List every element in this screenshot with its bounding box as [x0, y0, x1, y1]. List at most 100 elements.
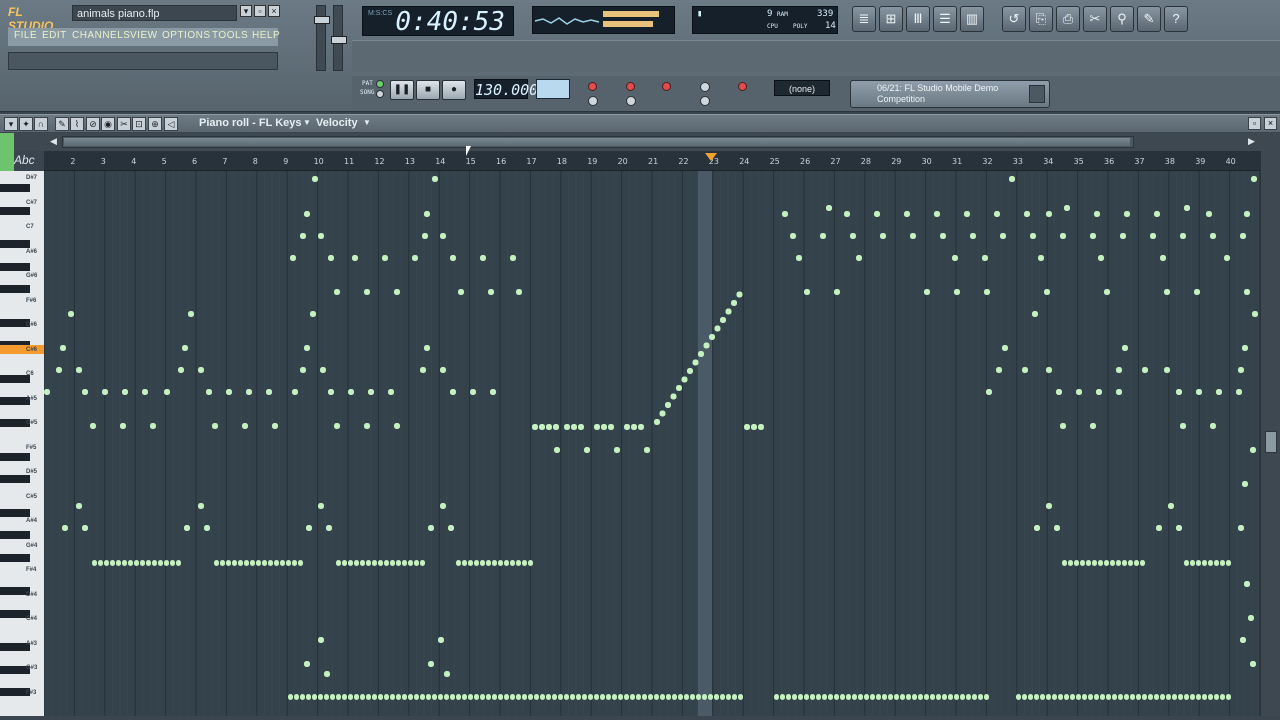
black-key[interactable]: [0, 184, 30, 193]
paint-tool-icon[interactable]: ⌇: [70, 117, 84, 131]
menu-bar: FILE EDIT CHANNELS VIEW OPTIONS TOOLS HE…: [8, 28, 280, 46]
mixer-icon[interactable]: ▥: [960, 6, 984, 32]
black-key[interactable]: [0, 531, 30, 540]
menu-view[interactable]: VIEW: [130, 30, 158, 41]
song-mode-led[interactable]: [376, 90, 384, 98]
playhead-marker[interactable]: [705, 153, 717, 161]
note: [1040, 694, 1045, 700]
record-led-4[interactable]: [738, 82, 747, 91]
pattern-dropdown[interactable]: (none): [774, 80, 830, 96]
piano-roll-title[interactable]: Piano roll - FL Keys: [199, 117, 302, 129]
loop-knob[interactable]: [700, 82, 710, 92]
minimize-button[interactable]: ▾: [240, 5, 252, 17]
black-key[interactable]: [0, 475, 30, 484]
black-key[interactable]: [0, 262, 30, 271]
black-key[interactable]: [0, 285, 30, 293]
note: [642, 694, 647, 700]
mute-tool-icon[interactable]: ◉: [101, 117, 115, 131]
delete-tool-icon[interactable]: ⊘: [86, 117, 100, 131]
typing-keyboard-knob[interactable]: [626, 96, 636, 106]
black-key[interactable]: [0, 509, 30, 517]
title-dropdown-icon[interactable]: ▼: [303, 118, 311, 127]
scroll-left-icon[interactable]: ◀: [50, 136, 57, 147]
scroll-thumb[interactable]: [64, 138, 1130, 146]
export-icon[interactable]: ⎙: [1056, 6, 1080, 32]
notes-icon[interactable]: ✎: [1137, 6, 1161, 32]
black-key[interactable]: [0, 240, 30, 249]
slice-tool-icon[interactable]: ✂: [117, 117, 131, 131]
note: [528, 560, 533, 566]
menu-options[interactable]: OPTIONS: [162, 30, 211, 41]
bar-number: 25: [769, 157, 780, 166]
note: [300, 367, 306, 373]
metronome-knob[interactable]: [588, 96, 598, 106]
browser-icon[interactable]: ☰: [933, 6, 957, 32]
tempo-display[interactable]: 130.000: [474, 79, 538, 99]
note: [378, 694, 383, 700]
note: [318, 694, 323, 700]
master-pitch-slider[interactable]: [331, 5, 347, 71]
magnet-icon[interactable]: ✦: [19, 117, 33, 131]
note: [1074, 560, 1079, 566]
black-key[interactable]: [0, 553, 30, 562]
note: [856, 255, 862, 261]
vertical-scrollbar[interactable]: [1260, 151, 1280, 716]
search-icon[interactable]: ⚲: [1110, 6, 1134, 32]
step-sequencer-icon[interactable]: ⊞: [879, 6, 903, 32]
speaker-icon[interactable]: ◁: [164, 117, 178, 131]
note-grid[interactable]: [44, 171, 1260, 716]
undo-icon[interactable]: ↺: [1002, 6, 1026, 32]
piano-roll-close-icon[interactable]: ×: [1264, 117, 1277, 130]
pause-button[interactable]: ❚❚: [390, 80, 414, 100]
corner-indicator: [0, 133, 14, 171]
close-button[interactable]: ×: [268, 5, 280, 17]
scroll-right-icon[interactable]: ▶: [1248, 136, 1255, 147]
piano-roll-icon[interactable]: Ⅲ: [906, 6, 930, 32]
piano-roll-maximize-icon[interactable]: ▫: [1248, 117, 1261, 130]
menu-channels[interactable]: CHANNELS: [72, 30, 130, 41]
velocity-selector[interactable]: Velocity: [316, 117, 358, 129]
record-led-2[interactable]: [626, 82, 635, 91]
bar-ruler[interactable]: 2 3 4 5 6 7 8 9 10 11 12 13 14 15 16 17 18 19 20 21 22 23 24 25…: [44, 151, 1260, 171]
zoom-tool-icon[interactable]: ⊕: [148, 117, 162, 131]
record-led-1[interactable]: [588, 82, 597, 91]
note: [438, 637, 444, 643]
menu-help[interactable]: HELP: [252, 30, 280, 41]
scroll-track[interactable]: [62, 136, 1134, 148]
note: [804, 289, 810, 295]
pat-mode-led[interactable]: [376, 80, 384, 88]
tools-icon[interactable]: ✂: [1083, 6, 1107, 32]
velocity-dropdown-icon[interactable]: ▼: [363, 118, 371, 127]
note: [176, 560, 181, 566]
vertical-scroll-thumb[interactable]: [1265, 431, 1277, 453]
restore-button[interactable]: ▫: [254, 5, 266, 17]
black-key[interactable]: [0, 453, 30, 461]
save-icon[interactable]: ⎘: [1029, 6, 1053, 32]
select-tool-icon[interactable]: ⊡: [132, 117, 146, 131]
step-edit-knob[interactable]: [700, 96, 710, 106]
note: [102, 389, 108, 395]
note: [306, 694, 311, 700]
snap-icon[interactable]: ∩: [34, 117, 48, 131]
record-led-3[interactable]: [662, 82, 671, 91]
master-volume-slider[interactable]: [314, 5, 330, 71]
playlist-icon[interactable]: ≣: [852, 6, 876, 32]
pattern-selector[interactable]: [536, 79, 570, 99]
menu-tools[interactable]: TOOLS: [212, 30, 248, 41]
news-arrow-icon[interactable]: [1029, 85, 1045, 103]
draw-tool-icon[interactable]: ✎: [55, 117, 69, 131]
piano-roll-menu-icon[interactable]: ▾: [4, 117, 18, 131]
note: [900, 694, 905, 700]
piano-keyboard[interactable]: D#7 C#7 C7 A#6 G#6 F#6 D#6 C#6 C6 A#5 G#5 F#5 D#5 C#5…: [0, 171, 44, 716]
note: [450, 255, 456, 261]
menu-file[interactable]: FILE: [14, 30, 37, 41]
note: [1116, 389, 1122, 395]
black-key[interactable]: [0, 206, 30, 215]
horizontal-scrollbar[interactable]: ◀ ▶: [0, 133, 1280, 151]
stop-button[interactable]: ■: [416, 80, 440, 100]
grid-canvas[interactable]: [44, 171, 1260, 716]
menu-edit[interactable]: EDIT: [42, 30, 67, 41]
news-panel[interactable]: 06/21: FL Studio Mobile Demo Competition: [850, 80, 1050, 108]
help-icon[interactable]: ?: [1164, 6, 1188, 32]
record-button[interactable]: ●: [442, 80, 466, 100]
